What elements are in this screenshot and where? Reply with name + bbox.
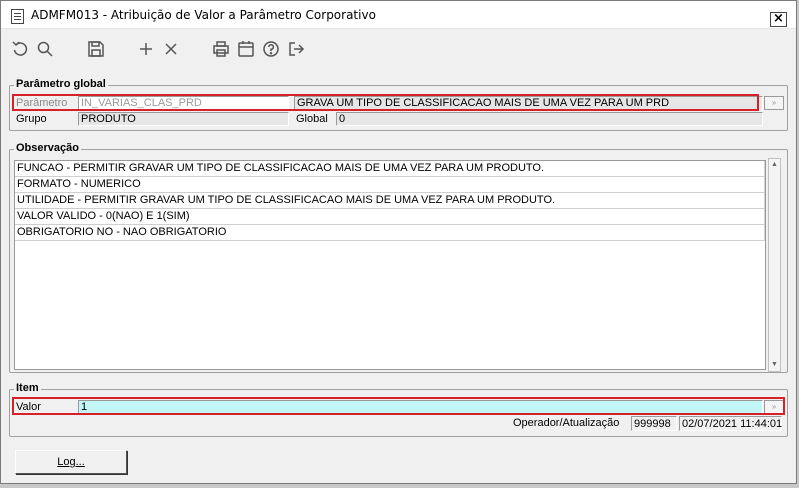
calendar-icon[interactable] (236, 39, 256, 59)
observacao-line: OBRIGATORIO NO - NAO OBRIGATORIO (15, 225, 765, 241)
grupo-label: Grupo (16, 113, 47, 125)
close-button[interactable]: × (770, 12, 787, 27)
add-icon[interactable] (136, 39, 156, 59)
print-icon[interactable] (211, 39, 231, 59)
grupo-field: PRODUTO (78, 112, 289, 126)
observacao-group: Observação FUNCAO - PERMITIR GRAVAR UM T… (9, 142, 788, 373)
item-title: Item (14, 382, 41, 394)
scroll-down-icon[interactable]: ▼ (769, 359, 780, 371)
parametro-lookup-button[interactable]: » (764, 96, 784, 110)
observacao-line: UTILIDADE - PERMITIR GRAVAR UM TIPO DE C… (15, 193, 765, 209)
observacao-line: FORMATO - NUMERICO (15, 177, 765, 193)
help-icon[interactable] (261, 39, 281, 59)
observacao-list[interactable]: FUNCAO - PERMITIR GRAVAR UM TIPO DE CLAS… (14, 160, 766, 370)
exit-icon[interactable] (286, 39, 306, 59)
valor-highlight (12, 397, 785, 415)
parametro-global-title: Parâmetro global (14, 78, 108, 90)
log-button[interactable]: Log... (15, 450, 127, 474)
undo-icon[interactable] (10, 39, 30, 59)
global-label: Global (296, 113, 328, 125)
operador-atualizacao-label: Operador/Atualização (513, 417, 620, 429)
title-bar: ADMFM013 - Atribuição de Valor a Parâmet… (1, 1, 796, 29)
scroll-up-icon[interactable]: ▲ (769, 159, 780, 171)
save-icon[interactable] (86, 39, 106, 59)
operador-field: 999998 (631, 416, 677, 431)
observacao-title: Observação (14, 142, 81, 154)
search-icon[interactable] (35, 39, 55, 59)
log-button-label: Log... (57, 456, 85, 468)
toolbar (1, 31, 796, 67)
parametro-highlight (12, 94, 759, 111)
data-atualizacao-field: 02/07/2021 11:44:01 (679, 416, 782, 431)
delete-icon[interactable] (161, 39, 181, 59)
window-title: ADMFM013 - Atribuição de Valor a Parâmet… (31, 8, 376, 22)
global-field: 0 (336, 112, 763, 126)
observacao-scrollbar[interactable]: ▲ ▼ (768, 158, 781, 372)
application-window: ADMFM013 - Atribuição de Valor a Parâmet… (0, 0, 797, 484)
observacao-line: FUNCAO - PERMITIR GRAVAR UM TIPO DE CLAS… (15, 161, 765, 177)
document-icon (11, 9, 24, 24)
observacao-line: VALOR VALIDO - 0(NAO) E 1(SIM) (15, 209, 765, 225)
